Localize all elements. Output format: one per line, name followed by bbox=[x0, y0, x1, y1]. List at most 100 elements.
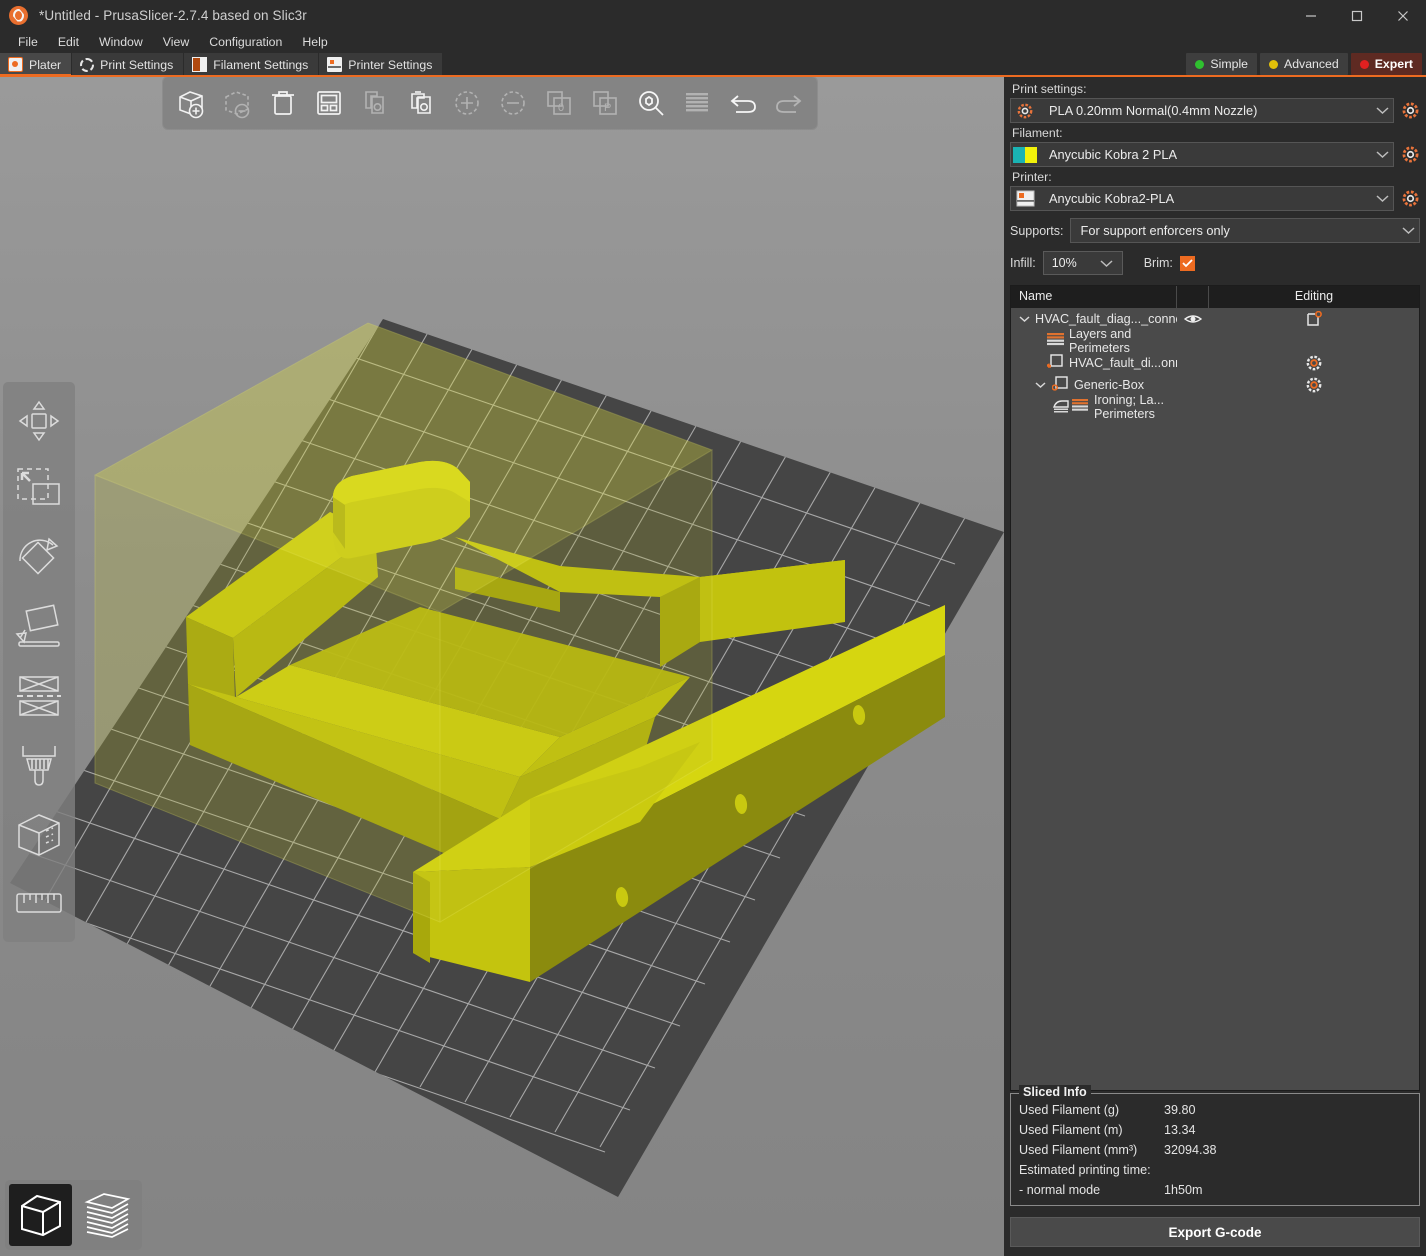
export-gcode-button[interactable]: Export G-code bbox=[1010, 1217, 1420, 1247]
printer-value: Anycubic Kobra2-PLA bbox=[1039, 191, 1371, 206]
brim-checkbox[interactable] bbox=[1180, 256, 1195, 271]
rotate-gizmo-icon[interactable] bbox=[7, 524, 71, 593]
chevron-down-icon[interactable] bbox=[1371, 194, 1393, 203]
layers-editing-icon[interactable] bbox=[1209, 311, 1419, 327]
chevron-down-icon[interactable] bbox=[1033, 381, 1047, 389]
mode-simple-button[interactable]: Simple bbox=[1186, 53, 1257, 75]
print-preset-cog-icon bbox=[1011, 103, 1039, 119]
tab-plater[interactable]: Plater bbox=[0, 53, 72, 76]
object-name: Generic-Box bbox=[1074, 378, 1144, 392]
menu-view[interactable]: View bbox=[153, 34, 199, 50]
delete-object-icon[interactable] bbox=[215, 81, 259, 125]
edit-filament-preset-icon[interactable] bbox=[1400, 145, 1420, 165]
checkmark-icon bbox=[1182, 259, 1193, 268]
paste-icon[interactable] bbox=[399, 81, 443, 125]
edit-printer-preset-icon[interactable] bbox=[1400, 189, 1420, 209]
edit-print-preset-icon[interactable] bbox=[1400, 101, 1420, 121]
measure-gizmo-icon[interactable] bbox=[7, 869, 71, 938]
gear-icon bbox=[80, 58, 94, 72]
chevron-down-icon[interactable] bbox=[1083, 259, 1122, 268]
menu-window[interactable]: Window bbox=[89, 34, 153, 50]
modifier-box-icon bbox=[1052, 376, 1069, 394]
mode-selector: Simple Advanced Expert bbox=[1186, 53, 1422, 75]
part-add-icon bbox=[1047, 354, 1064, 372]
normal-mode-value: 1h50m bbox=[1164, 1183, 1203, 1197]
add-instance-icon[interactable] bbox=[445, 81, 489, 125]
column-editing: Editing bbox=[1209, 286, 1419, 308]
tab-filament-settings[interactable]: Filament Settings bbox=[184, 53, 319, 76]
print-settings-combo[interactable]: PLA 0.20mm Normal(0.4mm Nozzle) bbox=[1010, 98, 1394, 123]
support-painting-gizmo-icon[interactable] bbox=[7, 731, 71, 800]
split-to-parts-icon[interactable]: P bbox=[583, 81, 627, 125]
printer-combo[interactable]: Anycubic Kobra2-PLA bbox=[1010, 186, 1394, 211]
tab-print-settings[interactable]: Print Settings bbox=[72, 53, 184, 76]
chevron-down-icon[interactable] bbox=[1371, 150, 1393, 159]
chevron-down-icon[interactable] bbox=[1397, 226, 1419, 235]
split-to-objects-icon[interactable]: 0 bbox=[537, 81, 581, 125]
menu-edit[interactable]: Edit bbox=[48, 34, 89, 50]
close-button[interactable] bbox=[1380, 0, 1426, 31]
prusaslicer-window: *Untitled - PrusaSlicer-2.7.4 based on S… bbox=[0, 0, 1426, 1256]
mode-advanced-dot-icon bbox=[1269, 60, 1278, 69]
menu-bar: File Edit Window View Configuration Help bbox=[0, 31, 1426, 52]
add-object-icon[interactable] bbox=[169, 81, 213, 125]
delete-all-icon[interactable] bbox=[261, 81, 305, 125]
object-name: HVAC_fault_diag..._connector.stl bbox=[1035, 312, 1177, 326]
tab-plater-label: Plater bbox=[29, 58, 61, 72]
estimated-time-label: Estimated printing time: bbox=[1019, 1163, 1151, 1177]
undo-icon[interactable] bbox=[721, 81, 765, 125]
preview-view-icon[interactable] bbox=[75, 1184, 138, 1246]
column-name: Name bbox=[1011, 286, 1177, 308]
menu-help[interactable]: Help bbox=[292, 34, 337, 50]
infill-value: 10% bbox=[1044, 256, 1083, 270]
seam-painting-gizmo-icon[interactable] bbox=[7, 800, 71, 869]
settings-cog-icon[interactable] bbox=[1209, 355, 1419, 371]
copy-icon[interactable] bbox=[353, 81, 397, 125]
mode-advanced-button[interactable]: Advanced bbox=[1260, 53, 1348, 75]
infill-label: Infill: bbox=[1010, 256, 1036, 270]
editor-view-icon[interactable] bbox=[9, 1184, 72, 1246]
table-row[interactable]: Layers and Perimeters bbox=[1011, 330, 1419, 352]
print-settings-value: PLA 0.20mm Normal(0.4mm Nozzle) bbox=[1039, 103, 1371, 118]
settings-cog-icon[interactable] bbox=[1209, 377, 1419, 393]
sliced-info-panel: Sliced Info Used Filament (g) 39.80 Used… bbox=[1010, 1093, 1420, 1206]
supports-row: Supports: For support enforcers only bbox=[1010, 218, 1420, 243]
window-controls bbox=[1288, 0, 1426, 31]
scale-gizmo-icon[interactable] bbox=[7, 455, 71, 524]
chevron-down-icon[interactable] bbox=[1019, 315, 1030, 323]
filament-combo[interactable]: Anycubic Kobra 2 PLA bbox=[1010, 142, 1394, 167]
arrange-icon[interactable] bbox=[307, 81, 351, 125]
filament-row: Anycubic Kobra 2 PLA bbox=[1010, 142, 1420, 167]
eye-icon[interactable] bbox=[1177, 313, 1209, 325]
redo-icon[interactable] bbox=[767, 81, 811, 125]
remove-instance-icon[interactable] bbox=[491, 81, 535, 125]
filament-label: Filament: bbox=[1012, 126, 1420, 140]
search-icon[interactable] bbox=[629, 81, 673, 125]
minimize-button[interactable] bbox=[1288, 0, 1334, 31]
infill-combo[interactable]: 10% bbox=[1043, 251, 1123, 275]
cut-gizmo-icon[interactable] bbox=[7, 662, 71, 731]
menu-configuration[interactable]: Configuration bbox=[199, 34, 292, 50]
tab-print-settings-label: Print Settings bbox=[100, 58, 173, 72]
supports-combo[interactable]: For support enforcers only bbox=[1070, 218, 1420, 243]
tab-printer-settings[interactable]: Printer Settings bbox=[319, 53, 443, 76]
print-settings-row: PLA 0.20mm Normal(0.4mm Nozzle) bbox=[1010, 98, 1420, 123]
place-on-face-gizmo-icon[interactable] bbox=[7, 593, 71, 662]
variable-layer-height-icon[interactable] bbox=[675, 81, 719, 125]
prusaslicer-logo-icon bbox=[9, 6, 28, 25]
normal-mode-key: - normal mode bbox=[1019, 1183, 1164, 1197]
move-gizmo-icon[interactable] bbox=[7, 386, 71, 455]
table-row[interactable]: HVAC_fault_di...onnector.stl bbox=[1011, 352, 1419, 374]
maximize-button[interactable] bbox=[1334, 0, 1380, 31]
object-list[interactable]: Name Editing HVAC_fault_diag..._connecto… bbox=[1010, 285, 1420, 1091]
sliced-info-value: 13.34 bbox=[1164, 1123, 1196, 1137]
printer-row: Anycubic Kobra2-PLA bbox=[1010, 186, 1420, 211]
print-settings-label: Print settings: bbox=[1012, 82, 1420, 96]
menu-file[interactable]: File bbox=[8, 34, 48, 50]
mode-expert-button[interactable]: Expert bbox=[1351, 53, 1422, 75]
supports-label: Supports: bbox=[1010, 224, 1064, 238]
table-row[interactable]: Ironing; La... Perimeters bbox=[1011, 396, 1419, 418]
object-list-header: Name Editing bbox=[1011, 286, 1419, 308]
3d-viewport[interactable]: 0 P bbox=[0, 77, 1004, 1256]
chevron-down-icon[interactable] bbox=[1371, 106, 1393, 115]
